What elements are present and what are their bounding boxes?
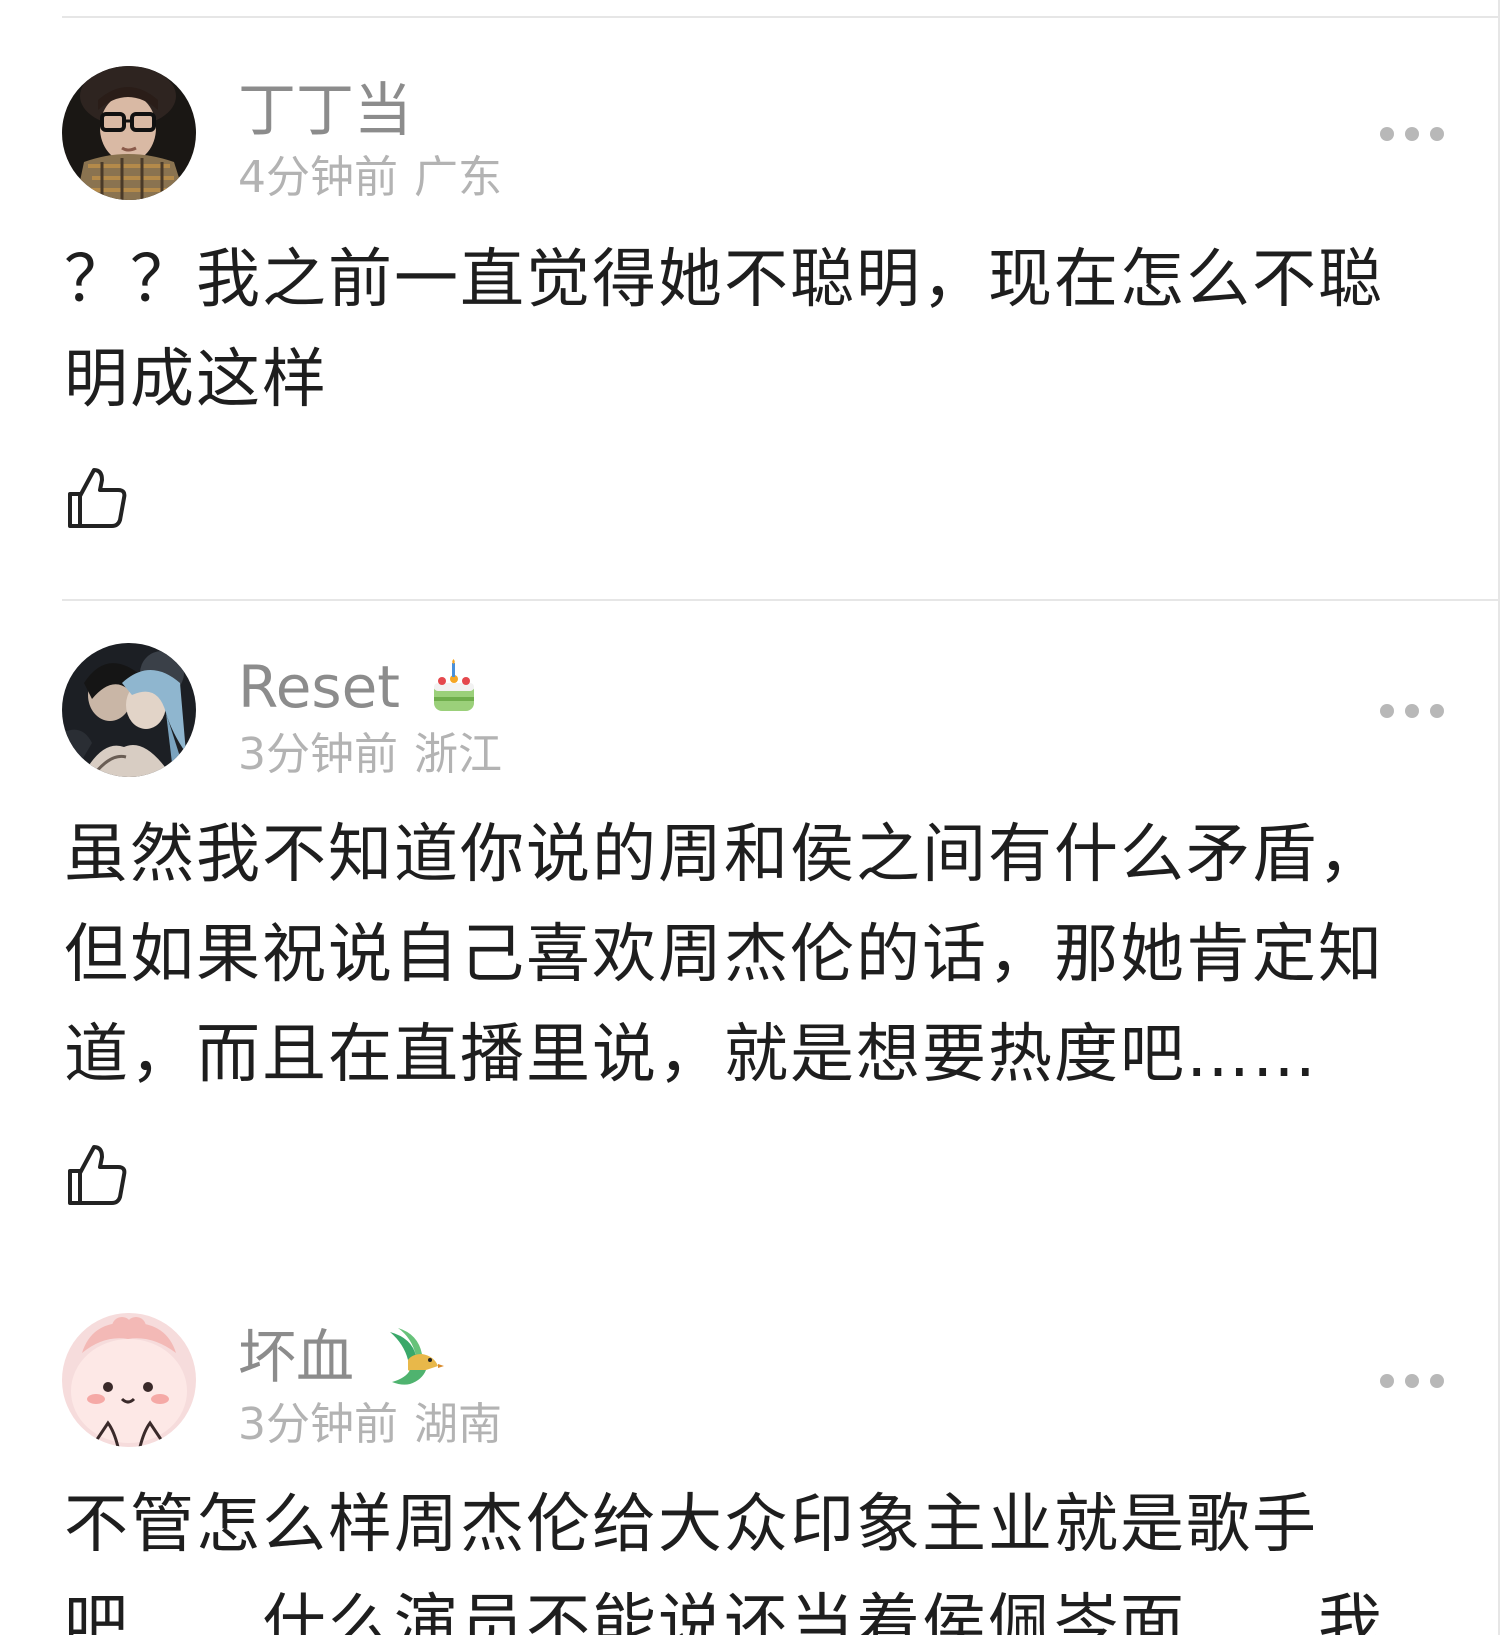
more-dot-icon (1405, 704, 1419, 718)
thumbs-up-icon (68, 468, 127, 528)
comment-time: 3分钟前 (238, 1399, 398, 1450)
person-avatar-glasses-scarf-icon (62, 66, 196, 200)
username-row: Reset (238, 651, 480, 723)
user-avatar[interactable] (62, 643, 196, 777)
divider (62, 599, 1500, 601)
username[interactable]: Reset (238, 651, 400, 723)
more-dot-icon (1405, 127, 1419, 141)
green-bird-icon (382, 1326, 445, 1388)
thumbs-up-icon (68, 1145, 127, 1205)
more-dot-icon (1430, 1374, 1444, 1388)
like-button[interactable] (66, 1143, 128, 1207)
like-button[interactable] (66, 466, 128, 530)
username[interactable]: 坏血 (238, 1321, 354, 1393)
user-avatar[interactable] (62, 1313, 196, 1447)
username-row: 丁丁当 (238, 74, 412, 146)
more-options-button[interactable] (1380, 124, 1444, 144)
username-row: 坏血 (238, 1321, 445, 1393)
more-options-button[interactable] (1380, 1371, 1444, 1391)
comment-time: 4分钟前 (238, 152, 398, 203)
comment-meta: 3分钟前 浙江 (238, 727, 502, 783)
more-options-button[interactable] (1380, 701, 1444, 721)
comment-location: 浙江 (414, 729, 502, 780)
more-dot-icon (1430, 704, 1444, 718)
comment-meta: 4分钟前 广东 (238, 150, 502, 206)
more-dot-icon (1380, 127, 1394, 141)
comment-location: 湖南 (414, 1399, 502, 1450)
comment-feed: 丁丁当 4分钟前 广东 ？？我之前一直觉得她不聪明，现在怎么不聪明成这样 Res… (0, 0, 1500, 1635)
username[interactable]: 丁丁当 (238, 74, 412, 146)
comment-text: 虽然我不知道你说的周和侯之间有什么矛盾，但如果祝说自己喜欢周杰伦的话，那她肯定知… (64, 818, 1384, 1092)
comment-meta: 3分钟前 湖南 (238, 1397, 502, 1453)
anime-characters-avatar-icon (62, 643, 196, 777)
birthday-cake-icon (428, 659, 480, 715)
more-dot-icon (1380, 1374, 1394, 1388)
more-dot-icon (1430, 127, 1444, 141)
comment-text: 不管怎么样周杰伦给大众印象主业就是歌手吧……什么演员不能说还当着侯佩岑面……我 (64, 1488, 1384, 1635)
divider-top (62, 16, 1500, 18)
comment-text: ？？我之前一直觉得她不聪明，现在怎么不聪明成这样 (64, 243, 1384, 417)
more-dot-icon (1405, 1374, 1419, 1388)
more-dot-icon (1380, 704, 1394, 718)
comment-time: 3分钟前 (238, 729, 398, 780)
user-avatar[interactable] (62, 66, 196, 200)
comment-location: 广东 (414, 152, 502, 203)
pink-cartoon-avatar-icon (62, 1313, 196, 1447)
